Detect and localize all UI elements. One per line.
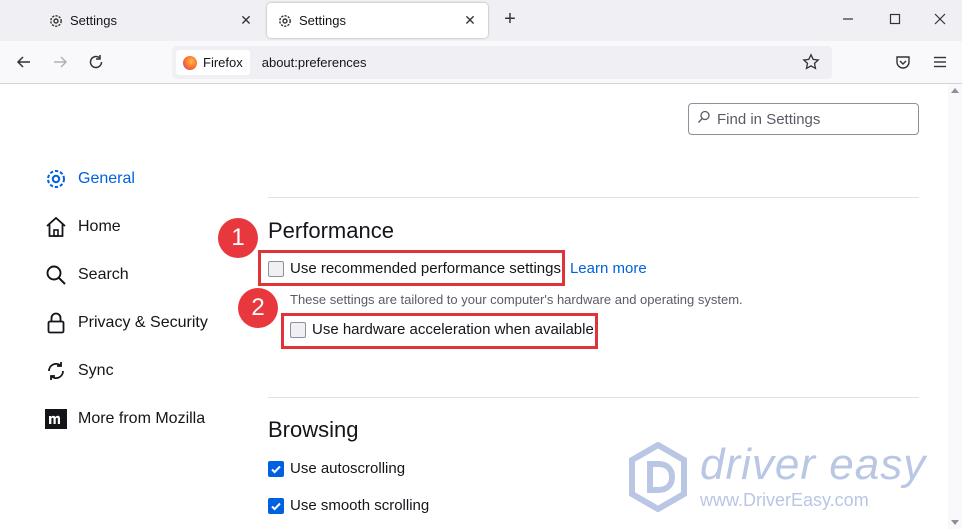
- scroll-up-arrow-icon[interactable]: [951, 88, 959, 93]
- sidebar-item-label: More from Mozilla: [78, 410, 206, 427]
- smooth-scrolling-label[interactable]: Use smooth scrolling: [290, 497, 429, 514]
- search-icon: [697, 110, 711, 129]
- watermark-url: www.DriverEasy.com: [700, 490, 869, 510]
- sidebar-item-label: Search: [78, 266, 129, 283]
- tab-strip: Settings ✕ Settings ✕ +: [0, 0, 962, 41]
- sidebar-item-general[interactable]: General: [44, 166, 135, 192]
- highlight-box-step-2: [281, 313, 598, 349]
- search-input[interactable]: [717, 110, 907, 128]
- browsing-heading: Browsing: [268, 417, 359, 442]
- pocket-button[interactable]: [893, 52, 913, 72]
- firefox-logo-icon: [183, 55, 197, 70]
- sidebar-item-label: Home: [78, 218, 121, 235]
- tab-settings-2[interactable]: Settings ✕: [267, 3, 488, 38]
- step-2-badge: 2: [238, 288, 278, 328]
- bookmark-star-icon[interactable]: [802, 53, 820, 76]
- close-window-button[interactable]: [930, 9, 950, 29]
- autoscrolling-setting: Use autoscrolling: [268, 460, 405, 477]
- scroll-down-arrow-icon[interactable]: [951, 520, 959, 525]
- sidebar-item-label: Privacy & Security: [78, 314, 208, 331]
- tab-title: Settings: [299, 13, 346, 28]
- back-button[interactable]: [14, 52, 34, 72]
- menu-button[interactable]: [930, 52, 950, 72]
- tab-settings-1[interactable]: Settings ✕: [38, 3, 264, 38]
- lock-icon: [44, 311, 68, 335]
- close-tab-icon[interactable]: ✕: [462, 12, 478, 29]
- sidebar-item-sync[interactable]: Sync: [44, 358, 114, 384]
- sync-icon: [44, 359, 68, 383]
- highlight-box-step-1: [258, 250, 565, 286]
- step-1-badge: 1: [218, 218, 258, 258]
- sidebar-item-more-from-mozilla[interactable]: More from Mozilla: [44, 406, 205, 432]
- mozilla-logo-icon: [44, 407, 68, 431]
- sidebar-item-home[interactable]: Home: [44, 214, 121, 240]
- smooth-scrolling-setting: Use smooth scrolling: [268, 497, 429, 514]
- sidebar-item-privacy-security[interactable]: Privacy & Security: [44, 310, 208, 336]
- reload-button[interactable]: [86, 52, 106, 72]
- checkmark-icon: [271, 465, 281, 474]
- watermark-brand: driver easy: [700, 440, 927, 489]
- identity-box[interactable]: Firefox: [176, 50, 250, 75]
- gear-icon: [48, 13, 64, 29]
- url-text[interactable]: about:preferences: [262, 55, 367, 70]
- gear-icon: [277, 13, 293, 29]
- settings-page: General Home Search Privacy & Security S…: [0, 84, 962, 529]
- navigation-toolbar: Firefox about:preferences: [0, 41, 962, 84]
- url-bar[interactable]: Firefox about:preferences: [172, 46, 832, 79]
- new-tab-button[interactable]: +: [500, 8, 520, 31]
- autoscrolling-label[interactable]: Use autoscrolling: [290, 460, 405, 477]
- performance-heading: Performance: [268, 218, 394, 243]
- sidebar-item-label: General: [78, 170, 135, 187]
- smooth-scrolling-checkbox[interactable]: [268, 497, 284, 514]
- performance-description: These settings are tailored to your comp…: [290, 292, 743, 307]
- sidebar-item-label: Sync: [78, 362, 114, 379]
- tab-title: Settings: [70, 13, 117, 28]
- learn-more-link[interactable]: Learn more: [570, 260, 647, 277]
- search-icon: [44, 263, 68, 287]
- close-tab-icon[interactable]: ✕: [238, 12, 254, 29]
- watermark: driver easy www.DriverEasy.com: [628, 440, 928, 520]
- section-divider: [268, 397, 919, 398]
- scrollbar[interactable]: [948, 84, 962, 529]
- section-divider: [268, 197, 919, 198]
- home-icon: [44, 215, 68, 239]
- driver-easy-logo-icon: [629, 442, 687, 512]
- find-in-settings-field[interactable]: [688, 103, 919, 135]
- forward-button[interactable]: [50, 52, 70, 72]
- minimize-window-button[interactable]: [838, 9, 858, 29]
- maximize-window-button[interactable]: [885, 9, 905, 29]
- autoscrolling-checkbox[interactable]: [268, 460, 284, 477]
- checkmark-icon: [271, 502, 281, 511]
- sidebar-item-search[interactable]: Search: [44, 262, 129, 288]
- gear-icon: [44, 167, 68, 191]
- identity-label: Firefox: [203, 55, 243, 70]
